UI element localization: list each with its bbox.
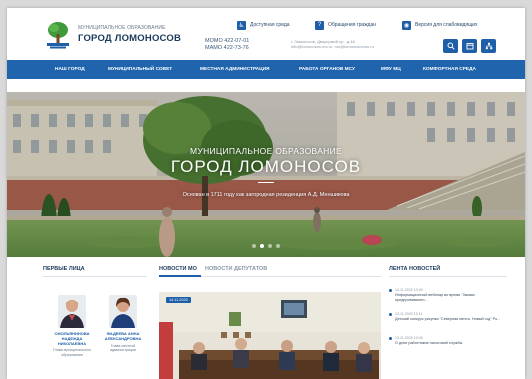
divider	[43, 276, 147, 277]
eye-icon: ◉	[402, 20, 411, 30]
news-photo[interactable]	[159, 292, 381, 379]
sitemap-icon	[485, 42, 492, 50]
active-tab-indicator	[159, 275, 201, 277]
leader-role: Глава местной администрации	[109, 343, 137, 352]
nav-local-administration[interactable]: МЕСТНАЯ АДМИНИСТРАЦИЯ	[200, 60, 270, 79]
main-nav: НАШ ГОРОД МУНИЦИПАЛЬНЫЙ СОВЕТ МЕСТНАЯ АД…	[7, 60, 525, 79]
feed-item[interactable]: 13.11.2020 13:11 Детский конкурс рисунка…	[389, 312, 507, 322]
calendar-icon	[466, 43, 473, 50]
divider	[389, 276, 507, 277]
news-date-badge: 14.11.2020	[166, 297, 191, 303]
citizen-appeals-link[interactable]: ? Обращения граждан	[315, 20, 376, 30]
calendar-button[interactable]	[462, 39, 477, 53]
nav-mfu[interactable]: МФУ МЦ	[381, 60, 401, 79]
nav-municipal-council[interactable]: МУНИЦИПАЛЬНЫЙ СОВЕТ	[108, 60, 172, 79]
phone-2[interactable]: МАМО 422-73-76	[205, 45, 249, 52]
question-icon: ?	[315, 20, 324, 30]
low-vision-link[interactable]: ◉ Версия для слабовидящих	[402, 20, 478, 30]
slider-dot[interactable]	[268, 244, 272, 248]
logo-title[interactable]: ГОРОД ЛОМОНОСОВ	[78, 33, 181, 44]
leader-photo	[109, 295, 137, 328]
feed-title: ЛЕНТА НОВОСТЕЙ	[389, 266, 441, 272]
slider-dot[interactable]	[252, 244, 256, 248]
feed-item-date: 13.11.2020 10:00	[389, 336, 507, 340]
email-line[interactable]: info@lomonosov-mo.ru, mo@lomonosovmo.ru	[291, 44, 374, 49]
hero-divider	[258, 182, 274, 183]
nav-comfortable-environment[interactable]: КОМФОРТНАЯ СРЕДА	[423, 60, 476, 79]
hero-title: ГОРОД ЛОМОНОСОВ	[170, 157, 362, 176]
search-button[interactable]	[443, 39, 458, 53]
leader-card[interactable]: ФАДЕЕВА Анна Александровна Глава местной…	[101, 295, 145, 352]
browser-page: МУНИЦИПАЛЬНОЕ ОБРАЗОВАНИЕ ГОРОД ЛОМОНОСО…	[7, 8, 525, 379]
leader-name: СМОЛЬЯНИНОВА Надежда Николаевна	[54, 331, 90, 346]
accessible-environment-link[interactable]: ♿ Доступная среда	[237, 20, 290, 30]
address-block: г. Ломоносов, Дворцовый пр., д.48 info@l…	[291, 39, 374, 49]
logo-subtitle: МУНИЦИПАЛЬНОЕ ОБРАЗОВАНИЕ	[78, 25, 166, 31]
feed-item-date: 14.11.2020 10:00	[389, 288, 507, 292]
phone-numbers: МОМО 422-07-01 МАМО 422-73-76	[205, 38, 249, 52]
nav-msu-work[interactable]: РАБОТА ОРГАНОВ МСУ	[299, 60, 355, 79]
phone-1[interactable]: МОМО 422-07-01	[205, 38, 249, 45]
feed-item[interactable]: 14.11.2020 10:00 Информационный вебинар …	[389, 288, 507, 302]
tab-deputies-news[interactable]: НОВОСТИ ДЕПУТАТОВ	[205, 266, 267, 272]
leader-role: Глава муниципального образования	[52, 348, 92, 357]
feed-item[interactable]: 13.11.2020 10:00 О днях работников налог…	[389, 336, 507, 346]
sitemap-button[interactable]	[481, 39, 496, 53]
hero-slider[interactable]: МУНИЦИПАЛЬНОЕ ОБРАЗОВАНИЕ ГОРОД ЛОМОНОСО…	[7, 92, 525, 257]
feed-item-text[interactable]: О днях работников налоговой службы	[389, 341, 507, 346]
feed-item-text[interactable]: Информационный вебинар во время "Заказа …	[389, 293, 507, 302]
hero-caption: Основан в 1711 году как загородная резид…	[182, 192, 350, 198]
search-icon	[447, 42, 455, 50]
site-header: МУНИЦИПАЛЬНОЕ ОБРАЗОВАНИЕ ГОРОД ЛОМОНОСО…	[7, 8, 525, 58]
slider-dot[interactable]	[276, 244, 280, 248]
feed-item-date: 13.11.2020 13:11	[389, 312, 507, 316]
leader-photo	[58, 295, 86, 328]
tree-logo-icon[interactable]	[43, 20, 73, 50]
slider-dots	[252, 244, 280, 248]
accessibility-icon: ♿	[237, 20, 246, 30]
leaders-title: ПЕРВЫЕ ЛИЦА	[43, 266, 85, 272]
leader-name: ФАДЕЕВА Анна Александровна	[104, 331, 142, 341]
feed-item-text[interactable]: Детский конкурс рисунка "Северная мечта.…	[389, 317, 507, 322]
hero-subtitle: МУНИЦИПАЛЬНОЕ ОБРАЗОВАНИЕ	[189, 146, 343, 156]
leader-card[interactable]: СМОЛЬЯНИНОВА Надежда Николаевна Глава му…	[50, 295, 94, 357]
nav-our-city[interactable]: НАШ ГОРОД	[55, 60, 85, 79]
slider-dot-active[interactable]	[260, 244, 264, 248]
tab-municipal-news[interactable]: НОВОСТИ МО	[159, 266, 197, 272]
